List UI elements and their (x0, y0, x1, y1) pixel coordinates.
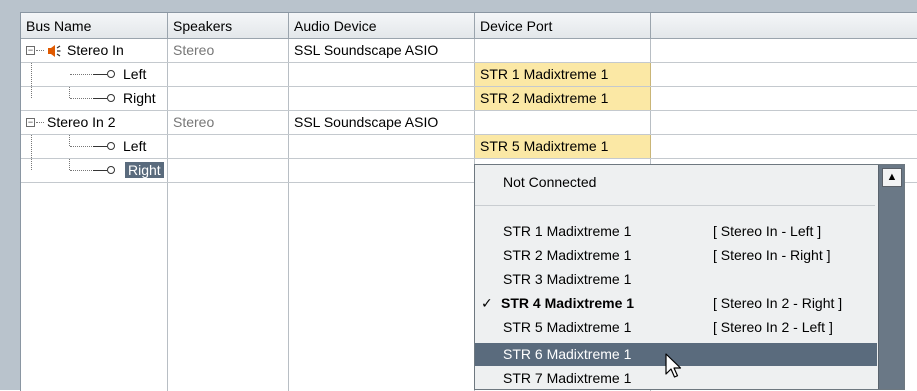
menu-item-str-1[interactable]: STR 1 Madixtreme 1 [ Stereo In - Left ] (475, 220, 877, 243)
speaker-icon (48, 45, 61, 57)
audio-device-value[interactable]: SSL Soundscape ASIO (289, 39, 474, 62)
plug-icon (107, 142, 115, 150)
menu-item-str-3[interactable]: STR 3 Madixtreme 1 (475, 268, 877, 291)
window-frame-top (0, 0, 917, 12)
audio-device-value[interactable]: SSL Soundscape ASIO (289, 111, 474, 134)
menu-separator (475, 205, 875, 206)
tree-line (36, 122, 44, 123)
menu-item-str-4[interactable]: ✓ STR 4 Madixtreme 1 [ Stereo In 2 - Rig… (475, 292, 877, 315)
bus-name[interactable]: Left (119, 63, 167, 86)
device-port-value[interactable]: STR 5 Madixtreme 1 (475, 135, 651, 158)
menu-item-not-connected[interactable]: Not Connected (475, 167, 875, 197)
port-assignment: [ Stereo In - Right ] (713, 247, 831, 263)
port-assignment: [ Stereo In - Left ] (713, 223, 822, 239)
port-name: STR 7 Madixtreme 1 (503, 370, 632, 386)
tree-line (31, 159, 32, 170)
port-assignment: [ Stereo In 2 - Left ] (713, 319, 833, 335)
tree-line (69, 87, 70, 98)
port-name: STR 1 Madixtreme 1 (503, 223, 632, 239)
mouse-cursor-icon (665, 353, 682, 378)
bus-name[interactable]: Left (119, 135, 167, 158)
plug-icon (93, 146, 107, 147)
port-name: STR 3 Madixtreme 1 (503, 271, 632, 287)
speakers-value[interactable]: Stereo (168, 39, 288, 62)
port-name: STR 6 Madixtreme 1 (503, 346, 632, 362)
device-port-value[interactable]: STR 2 Madixtreme 1 (475, 87, 651, 110)
menu-item-str-2[interactable]: STR 2 Madixtreme 1 [ Stereo In - Right ] (475, 244, 877, 267)
plug-icon (93, 170, 107, 171)
tree-line (69, 135, 70, 146)
scroll-up-button[interactable]: ▲ (882, 168, 902, 187)
bus-name-label: Right (125, 162, 164, 178)
checkmark-icon: ✓ (481, 295, 493, 311)
table-row-stereo-in-2-left[interactable]: Left STR 5 Madixtreme 1 (21, 135, 917, 159)
speakers-value[interactable]: Stereo (168, 111, 288, 134)
plug-icon (107, 70, 115, 78)
tree-line (36, 50, 44, 51)
bus-name[interactable]: Right (119, 87, 167, 110)
plug-icon (93, 74, 107, 75)
bus-name[interactable]: Stereo In (65, 39, 165, 62)
collapse-toggle-icon[interactable]: − (26, 118, 35, 127)
tree-line (70, 98, 92, 99)
column-header-empty (651, 13, 917, 39)
table-row-stereo-in-2[interactable]: − Stereo In 2 Stereo SSL Soundscape ASIO (21, 111, 917, 135)
plug-icon (107, 166, 115, 174)
tree-line (70, 74, 92, 75)
port-assignment: [ Stereo In 2 - Right ] (713, 295, 843, 311)
column-header-audio-device[interactable]: Audio Device (289, 13, 475, 39)
table-row-stereo-in[interactable]: − Stereo In Stereo SSL Soundscape ASIO (21, 39, 917, 63)
menu-item-str-5[interactable]: STR 5 Madixtreme 1 [ Stereo In 2 - Left … (475, 316, 877, 339)
bus-name-selected[interactable]: Right (125, 159, 167, 182)
plug-icon (93, 98, 107, 99)
dropdown-scrollbar[interactable]: ▲ (878, 165, 904, 389)
table-row-stereo-in-left[interactable]: Left STR 1 Madixtreme 1 (21, 63, 917, 87)
tree-line (70, 170, 92, 171)
column-header-device-port[interactable]: Device Port (475, 13, 651, 39)
tree-line (31, 87, 32, 98)
table-row-stereo-in-right[interactable]: Right STR 2 Madixtreme 1 (21, 87, 917, 111)
collapse-toggle-icon[interactable]: − (26, 46, 35, 55)
plug-icon (107, 94, 115, 102)
port-name: STR 5 Madixtreme 1 (503, 319, 632, 335)
port-name: STR 4 Madixtreme 1 (501, 295, 635, 311)
device-port-value[interactable]: STR 1 Madixtreme 1 (475, 63, 651, 86)
tree-line (70, 146, 92, 147)
tree-line (31, 135, 32, 158)
column-header-bus-name[interactable]: Bus Name (21, 13, 168, 39)
column-header-speakers[interactable]: Speakers (168, 13, 289, 39)
window-frame-left (0, 0, 20, 390)
tree-line (69, 159, 70, 170)
device-port-dropdown[interactable]: Not Connected STR 1 Madixtreme 1 [ Stere… (474, 164, 905, 390)
port-name: STR 2 Madixtreme 1 (503, 247, 632, 263)
bus-name[interactable]: Stereo In 2 (45, 111, 165, 134)
chevron-up-icon: ▲ (886, 171, 898, 183)
tree-line (31, 63, 32, 86)
